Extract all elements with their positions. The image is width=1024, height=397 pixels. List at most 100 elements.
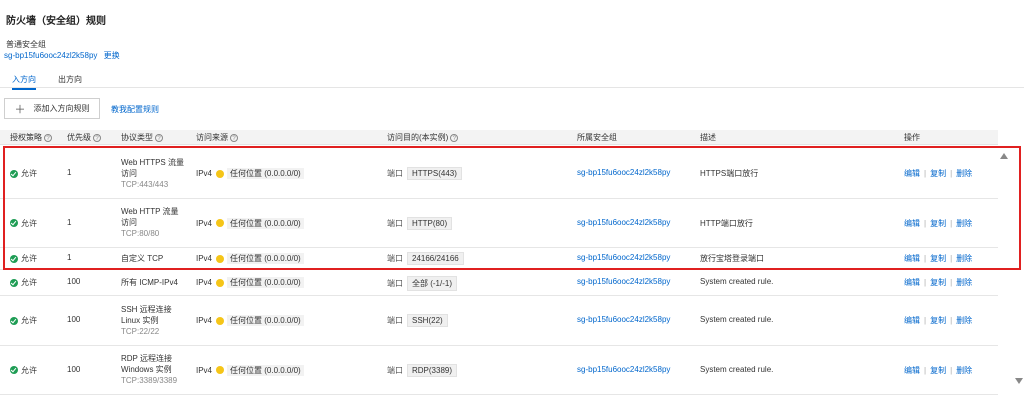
delete-button[interactable]: 删除 bbox=[956, 254, 972, 263]
header-source: 访问来源? bbox=[196, 132, 238, 143]
delete-button[interactable]: 删除 bbox=[956, 316, 972, 325]
description-value: 放行宝塔登录端口 bbox=[700, 254, 764, 263]
help-icon[interactable]: ? bbox=[155, 133, 163, 142]
security-group-link[interactable]: sg-bp15fu6ooc24zl2k58py bbox=[577, 315, 670, 324]
sg-id-link[interactable]: sg-bp15fu6ooc24zl2k58py bbox=[4, 51, 97, 60]
warning-dot-icon bbox=[216, 366, 225, 375]
header-protocol-label: 协议类型 bbox=[121, 133, 153, 142]
header-description: 描述 bbox=[700, 133, 716, 142]
help-icon[interactable]: ? bbox=[450, 133, 459, 142]
protocol-port-range: TCP:22/22 bbox=[121, 326, 160, 336]
scroll-down-icon[interactable] bbox=[1015, 378, 1023, 384]
separator: | bbox=[950, 316, 953, 325]
description-value: HTTPS端口放行 bbox=[700, 169, 759, 178]
header-security-group: 所属安全组 bbox=[577, 133, 617, 142]
destination-cell: 端口 HTTPS(443) bbox=[387, 167, 462, 180]
source-value: 任何位置 (0.0.0.0/0) bbox=[227, 364, 304, 376]
protocol-cell: 所有 ICMP-IPv4 bbox=[121, 277, 178, 288]
table-row: 允许 100 RDP 远程连接 Windows 实例 TCP:3389/3389 I… bbox=[0, 345, 998, 395]
edit-button[interactable]: 编辑 bbox=[904, 254, 920, 263]
copy-button[interactable]: 复制 bbox=[930, 219, 946, 228]
separator: | bbox=[950, 365, 953, 375]
edit-button[interactable]: 编辑 bbox=[904, 316, 920, 325]
actions-cell: 编辑 | 复制 | 删除 bbox=[904, 365, 972, 376]
source-ip-type: IPv4 bbox=[196, 278, 213, 287]
warning-dot-icon bbox=[216, 278, 225, 287]
copy-button[interactable]: 复制 bbox=[930, 278, 946, 287]
separator: | bbox=[924, 218, 927, 228]
destination-cell: 端口 HTTP(80) bbox=[387, 216, 453, 230]
policy-value: 允许 bbox=[21, 278, 37, 287]
header-policy: 授权策略? bbox=[10, 132, 52, 143]
protocol-name: 所有 ICMP-IPv4 bbox=[121, 277, 178, 287]
protocol-cell: RDP 远程连接 Windows 实例 TCP:3389/3389 bbox=[121, 353, 177, 386]
protocol-name: 自定义 TCP bbox=[121, 253, 164, 263]
description-value: System created rule. bbox=[700, 315, 774, 324]
check-circle-icon bbox=[10, 169, 18, 178]
edit-button[interactable]: 编辑 bbox=[904, 278, 920, 287]
warning-dot-icon bbox=[216, 219, 225, 228]
warning-dot-icon bbox=[216, 316, 225, 325]
help-icon[interactable]: ? bbox=[230, 133, 238, 142]
edit-button[interactable]: 编辑 bbox=[904, 169, 920, 178]
warning-dot-icon bbox=[216, 169, 225, 178]
policy-cell: 允许 bbox=[10, 218, 37, 229]
priority-value: 1 bbox=[67, 168, 72, 177]
help-icon[interactable]: ? bbox=[44, 133, 52, 142]
check-circle-icon bbox=[10, 316, 18, 325]
description-value: HTTP端口放行 bbox=[700, 218, 753, 228]
port-value: RDP(3389) bbox=[407, 363, 458, 377]
add-inbound-rule-button[interactable]: ＋ 添加入方向规则 bbox=[4, 98, 100, 119]
security-group-link[interactable]: sg-bp15fu6ooc24zl2k58py bbox=[577, 253, 670, 262]
header-protocol: 协议类型? bbox=[121, 132, 163, 143]
delete-button[interactable]: 删除 bbox=[956, 169, 972, 178]
tutorial-link[interactable]: 教我配置规则 bbox=[111, 104, 159, 115]
security-group-link[interactable]: sg-bp15fu6ooc24zl2k58py bbox=[577, 365, 670, 374]
port-value: HTTP(80) bbox=[407, 216, 453, 230]
protocol-cell: Web HTTPS 流量 访问 TCP:443/443 bbox=[121, 157, 184, 190]
priority-value: 1 bbox=[67, 217, 72, 227]
policy-cell: 允许 bbox=[10, 315, 37, 326]
source-value: 任何位置 (0.0.0.0/0) bbox=[227, 277, 304, 288]
copy-button[interactable]: 复制 bbox=[930, 254, 946, 263]
destination-cell: 端口 RDP(3389) bbox=[387, 363, 458, 377]
header-destination: 访问目的(本实例)? bbox=[387, 132, 459, 143]
delete-button[interactable]: 删除 bbox=[956, 219, 972, 228]
separator: | bbox=[950, 278, 953, 287]
port-label: 端口 bbox=[387, 218, 403, 228]
protocol-name-cont: Linux 实例 bbox=[121, 315, 159, 325]
source-value: 任何位置 (0.0.0.0/0) bbox=[227, 217, 304, 229]
tab-inbound[interactable]: 入方向 bbox=[12, 74, 36, 90]
edit-button[interactable]: 编辑 bbox=[904, 366, 920, 375]
source-cell: IPv4 任何位置 (0.0.0.0/0) bbox=[196, 315, 304, 326]
copy-button[interactable]: 复制 bbox=[930, 366, 946, 375]
port-value: 24166/24166 bbox=[407, 252, 464, 265]
help-icon[interactable]: ? bbox=[93, 133, 101, 142]
protocol-cell: Web HTTP 流量 访问 TCP:80/80 bbox=[121, 206, 179, 239]
edit-button[interactable]: 编辑 bbox=[904, 219, 920, 228]
policy-value: 允许 bbox=[21, 254, 37, 263]
tab-outbound[interactable]: 出方向 bbox=[58, 74, 82, 85]
separator: | bbox=[924, 365, 927, 375]
delete-button[interactable]: 删除 bbox=[956, 366, 972, 375]
scroll-up-icon[interactable] bbox=[1000, 153, 1008, 159]
source-value: 任何位置 (0.0.0.0/0) bbox=[227, 253, 304, 264]
copy-button[interactable]: 复制 bbox=[930, 169, 946, 178]
copy-button[interactable]: 复制 bbox=[930, 316, 946, 325]
delete-button[interactable]: 删除 bbox=[956, 278, 972, 287]
plus-icon: ＋ bbox=[14, 103, 26, 116]
change-sg-link[interactable]: 更换 bbox=[104, 51, 120, 60]
security-group-link[interactable]: sg-bp15fu6ooc24zl2k58py bbox=[577, 277, 670, 286]
source-ip-type: IPv4 bbox=[196, 365, 213, 375]
security-group-link[interactable]: sg-bp15fu6ooc24zl2k58py bbox=[577, 168, 670, 177]
destination-cell: 端口 全部 (-1/-1) bbox=[387, 276, 457, 291]
description-value: System created rule. bbox=[700, 364, 774, 374]
actions-cell: 编辑 | 复制 | 删除 bbox=[904, 277, 972, 288]
source-cell: IPv4 任何位置 (0.0.0.0/0) bbox=[196, 253, 304, 264]
security-group-link[interactable]: sg-bp15fu6ooc24zl2k58py bbox=[577, 218, 670, 227]
header-source-label: 访问来源 bbox=[196, 133, 228, 142]
separator: | bbox=[924, 169, 927, 178]
port-label: 端口 bbox=[387, 169, 403, 178]
priority-value: 100 bbox=[67, 364, 81, 374]
header-priority-label: 优先级 bbox=[67, 133, 91, 142]
